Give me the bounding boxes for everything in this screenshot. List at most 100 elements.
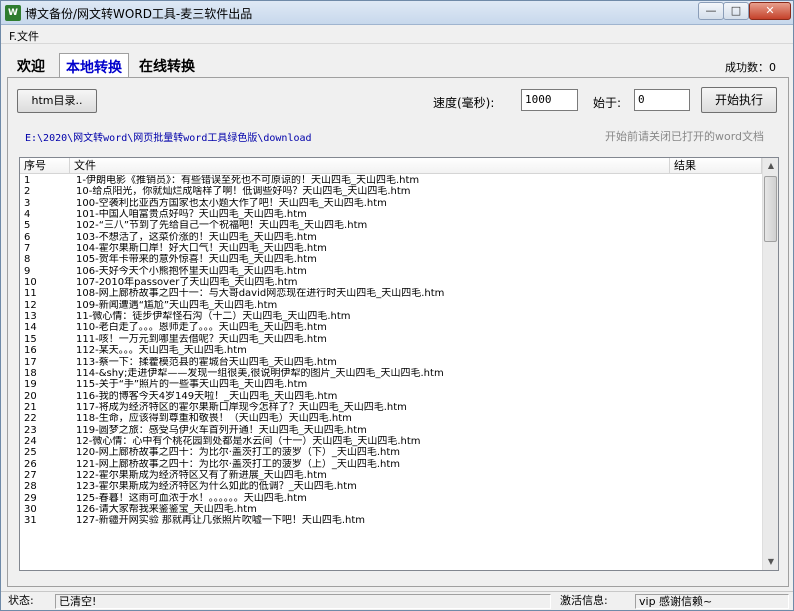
scroll-up-arrow-icon[interactable]: ▲: [763, 158, 778, 174]
start-execute-button[interactable]: 开始执行: [701, 87, 777, 113]
table-row[interactable]: 28 123-霍尔果斯成为经济特区为什么如此的低调？_天山四毛.htm: [20, 481, 762, 492]
table-row[interactable]: 18 114-&shy;走进伊犁——发现一组很美,很说明伊犁的图片_天山四毛_天山…: [20, 368, 762, 379]
directory-path: E:\2020\网文转word\网页批量转word工具绿色版\download: [25, 133, 312, 144]
table-row[interactable]: 30 126-请大家帮我来鉴鉴宝_天山四毛.htm: [20, 504, 762, 515]
close-button[interactable]: ✕: [749, 2, 791, 20]
row-file-name: 120-网上廊桥故事之四十：为比尔·盖茨打工的菠罗（下）_天山四毛.htm: [76, 447, 401, 459]
row-number: 10: [24, 277, 37, 289]
table-row[interactable]: 5 102-“三八”节到了先给自己一个祝福吧！天山四毛_天山四毛.htm: [20, 220, 762, 231]
table-row[interactable]: 29 125-春暮！这雨可血浓于水！。。。。。。天山四毛.htm: [20, 493, 762, 504]
row-file-name: 109-新闻遭遇“尴尬”天山四毛_天山四毛.htm: [76, 299, 278, 311]
table-row[interactable]: 17 113-蔡一下：揉藿模范县的霍城台天山四毛_天山四毛.htm: [20, 357, 762, 368]
row-number: 28: [24, 481, 37, 493]
table-row[interactable]: 4 101-中国人咱富贵点好吗？天山四毛_天山四毛.htm: [20, 209, 762, 220]
maximize-button[interactable]: □: [723, 2, 749, 20]
speed-label: 速度(毫秒):: [433, 96, 495, 110]
table-row[interactable]: 10 107-2010年passover了天山四毛_天山四毛.htm: [20, 277, 762, 288]
menu-file[interactable]: F.文件: [9, 28, 39, 44]
vertical-scrollbar[interactable]: ▲ ▼: [762, 158, 778, 570]
row-number: 29: [24, 492, 37, 504]
row-number: 16: [24, 345, 37, 357]
title-bar[interactable]: W 博文备份/网文转WORD工具-麦三软件出品 — □ ✕: [1, 1, 793, 25]
table-row[interactable]: 21 117-将成为经济特区的霍尔果斯口岸现今怎样了？天山四毛_天山四毛.htm: [20, 402, 762, 413]
row-file-name: 110-老白走了。。。恩师走了。。。天山四毛_天山四毛.htm: [76, 322, 327, 334]
table-row[interactable]: 8 105-贺年卡带来的意外惊喜！天山四毛_天山四毛.htm: [20, 254, 762, 265]
table-row[interactable]: 23 119-圆梦之旅：感受乌伊火车首列开通！天山四毛_天山四毛.htm: [20, 425, 762, 436]
table-row[interactable]: 9 106-天好今天个小熊抱怀里天山四毛_天山四毛.htm: [20, 266, 762, 277]
row-file-name: 117-将成为经济特区的霍尔果斯口岸现今怎样了？天山四毛_天山四毛.htm: [76, 401, 407, 413]
row-number: 20: [24, 390, 37, 402]
tab-online-convert[interactable]: 在线转换: [133, 53, 201, 77]
column-header-no[interactable]: 序号: [20, 158, 70, 174]
row-number: 23: [24, 424, 37, 436]
tab-local-convert[interactable]: 本地转换: [59, 53, 129, 77]
scroll-thumb[interactable]: [764, 176, 777, 242]
row-number: 26: [24, 458, 37, 470]
row-file-name: 102-“三八”节到了先给自己一个祝福吧！天山四毛_天山四毛.htm: [76, 220, 368, 232]
row-number: 6: [24, 231, 31, 243]
start-from-input[interactable]: 0: [634, 89, 690, 111]
row-file-name: 12-微心情：心中有个桃花园到处都是水云间（十一）天山四毛_天山四毛.htm: [76, 435, 421, 447]
table-row[interactable]: 6 103-不想活了，这菜价涨的！天山四毛_天山四毛.htm: [20, 232, 762, 243]
row-file-name: 111-咳！一万元到哪里去借呢？天山四毛_天山四毛.htm: [76, 333, 327, 345]
table-row[interactable]: 2 10-给点阳光，你就灿烂成啥样了啊！低调些好吗？天山四毛_天山四毛.htm: [20, 186, 762, 197]
table-row[interactable]: 20 116-我的博客今天4岁149天啦！_天山四毛_天山四毛.htm: [20, 391, 762, 402]
table-row[interactable]: 3 100-空袭利比亚西方国家也太小题大作了吧！天山四毛_天山四毛.htm: [20, 198, 762, 209]
file-list[interactable]: 序号 文件 结果 1 1-伊朗电影《推销员》：有些错误至死也不可原谅的！天山四毛_…: [19, 157, 779, 571]
app-word-icon: W: [5, 5, 21, 21]
htm-directory-button[interactable]: htm目录..: [17, 89, 97, 113]
list-header: 序号 文件 结果: [20, 158, 762, 174]
row-file-name: 123-霍尔果斯成为经济特区为什么如此的低调？_天山四毛.htm: [76, 481, 357, 493]
table-row[interactable]: 22 118-生命，应该得到尊重和敬畏！（天山四毛）天山四毛.htm: [20, 413, 762, 424]
row-number: 12: [24, 299, 37, 311]
row-file-name: 10-给点阳光，你就灿烂成啥样了啊！低调些好吗？天山四毛_天山四毛.htm: [76, 186, 411, 198]
start-from-label: 始于:: [593, 96, 622, 110]
column-header-result[interactable]: 结果: [670, 158, 762, 174]
scroll-down-arrow-icon[interactable]: ▼: [763, 554, 778, 570]
row-file-name: 114-&shy;走进伊犁——发现一组很美,很说明伊犁的图片_天山四毛_天山四毛…: [76, 367, 444, 379]
row-file-name: 113-蔡一下：揉藿模范县的霍城台天山四毛_天山四毛.htm: [76, 356, 337, 368]
table-row[interactable]: 24 12-微心情：心中有个桃花园到处都是水云间（十一）天山四毛_天山四毛.htm: [20, 436, 762, 447]
row-number: 3: [24, 197, 31, 209]
table-row[interactable]: 11 108-网上廊桥故事之四十一：与大哥david网恋现在进行时天山四毛_天山四…: [20, 288, 762, 299]
row-file-name: 115-关于“手”照片的一些事天山四毛_天山四毛.htm: [76, 379, 308, 391]
activation-text: vip 感谢信赖~: [635, 594, 789, 609]
table-row[interactable]: 31 127-新疆开网实验 那就再让几张照片吹嘘一下吧！天山四毛.htm: [20, 515, 762, 526]
row-number: 27: [24, 469, 37, 481]
table-row[interactable]: 16 112-某天。。。天山四毛_天山四毛.htm: [20, 345, 762, 356]
speed-input[interactable]: 1000: [521, 89, 578, 111]
row-number: 21: [24, 401, 37, 413]
row-file-name: 116-我的博客今天4岁149天啦！_天山四毛_天山四毛.htm: [76, 390, 338, 402]
table-row[interactable]: 25 120-网上廊桥故事之四十：为比尔·盖茨打工的菠罗（下）_天山四毛.htm: [20, 447, 762, 458]
row-number: 4: [24, 209, 31, 221]
table-row[interactable]: 12 109-新闻遭遇“尴尬”天山四毛_天山四毛.htm: [20, 300, 762, 311]
minimize-button[interactable]: —: [698, 2, 724, 20]
row-number: 14: [24, 322, 37, 334]
table-row[interactable]: 13 11-微心情：徒步伊犁怪石沟（十二）天山四毛_天山四毛.htm: [20, 311, 762, 322]
table-row[interactable]: 14 110-老白走了。。。恩师走了。。。天山四毛_天山四毛.htm: [20, 322, 762, 333]
table-row[interactable]: 7 104-霍尔果斯口岸！好大口气！天山四毛_天山四毛.htm: [20, 243, 762, 254]
status-bar: 状态: 已清空! 激活信息: vip 感谢信赖~: [1, 591, 793, 610]
table-row[interactable]: 26 121-网上廊桥故事之四十：为比尔·盖茨打工的菠罗（上）_天山四毛.htm: [20, 459, 762, 470]
row-number: 24: [24, 435, 37, 447]
row-number: 15: [24, 333, 37, 345]
row-number: 5: [24, 220, 31, 232]
table-row[interactable]: 19 115-关于“手”照片的一些事天山四毛_天山四毛.htm: [20, 379, 762, 390]
status-label: 状态:: [8, 594, 34, 607]
row-file-name: 127-新疆开网实验 那就再让几张照片吹嘘一下吧！天山四毛.htm: [76, 515, 366, 527]
row-number: 19: [24, 379, 37, 391]
row-file-name: 126-请大家帮我来鉴鉴宝_天山四毛.htm: [76, 503, 257, 515]
window-title: 博文备份/网文转WORD工具-麦三软件出品: [25, 7, 253, 21]
table-row[interactable]: 1 1-伊朗电影《推销员》：有些错误至死也不可原谅的！天山四毛_天山四毛.htm: [20, 175, 762, 186]
tab-welcome[interactable]: 欢迎: [11, 53, 51, 77]
close-word-hint: 开始前请关闭已打开的word文档: [605, 130, 765, 143]
column-header-file[interactable]: 文件: [70, 158, 670, 174]
status-text: 已清空!: [55, 594, 551, 609]
menu-bar: F.文件: [1, 26, 793, 44]
row-file-name: 1-伊朗电影《推销员》：有些错误至死也不可原谅的！天山四毛_天山四毛.htm: [76, 175, 420, 186]
row-file-name: 101-中国人咱富贵点好吗？天山四毛_天山四毛.htm: [76, 209, 307, 221]
table-row[interactable]: 15 111-咳！一万元到哪里去借呢？天山四毛_天山四毛.htm: [20, 334, 762, 345]
row-number: 18: [24, 367, 37, 379]
table-row[interactable]: 27 122-霍尔果斯成为经济特区又有了新进展_天山四毛.htm: [20, 470, 762, 481]
row-number: 30: [24, 503, 37, 515]
